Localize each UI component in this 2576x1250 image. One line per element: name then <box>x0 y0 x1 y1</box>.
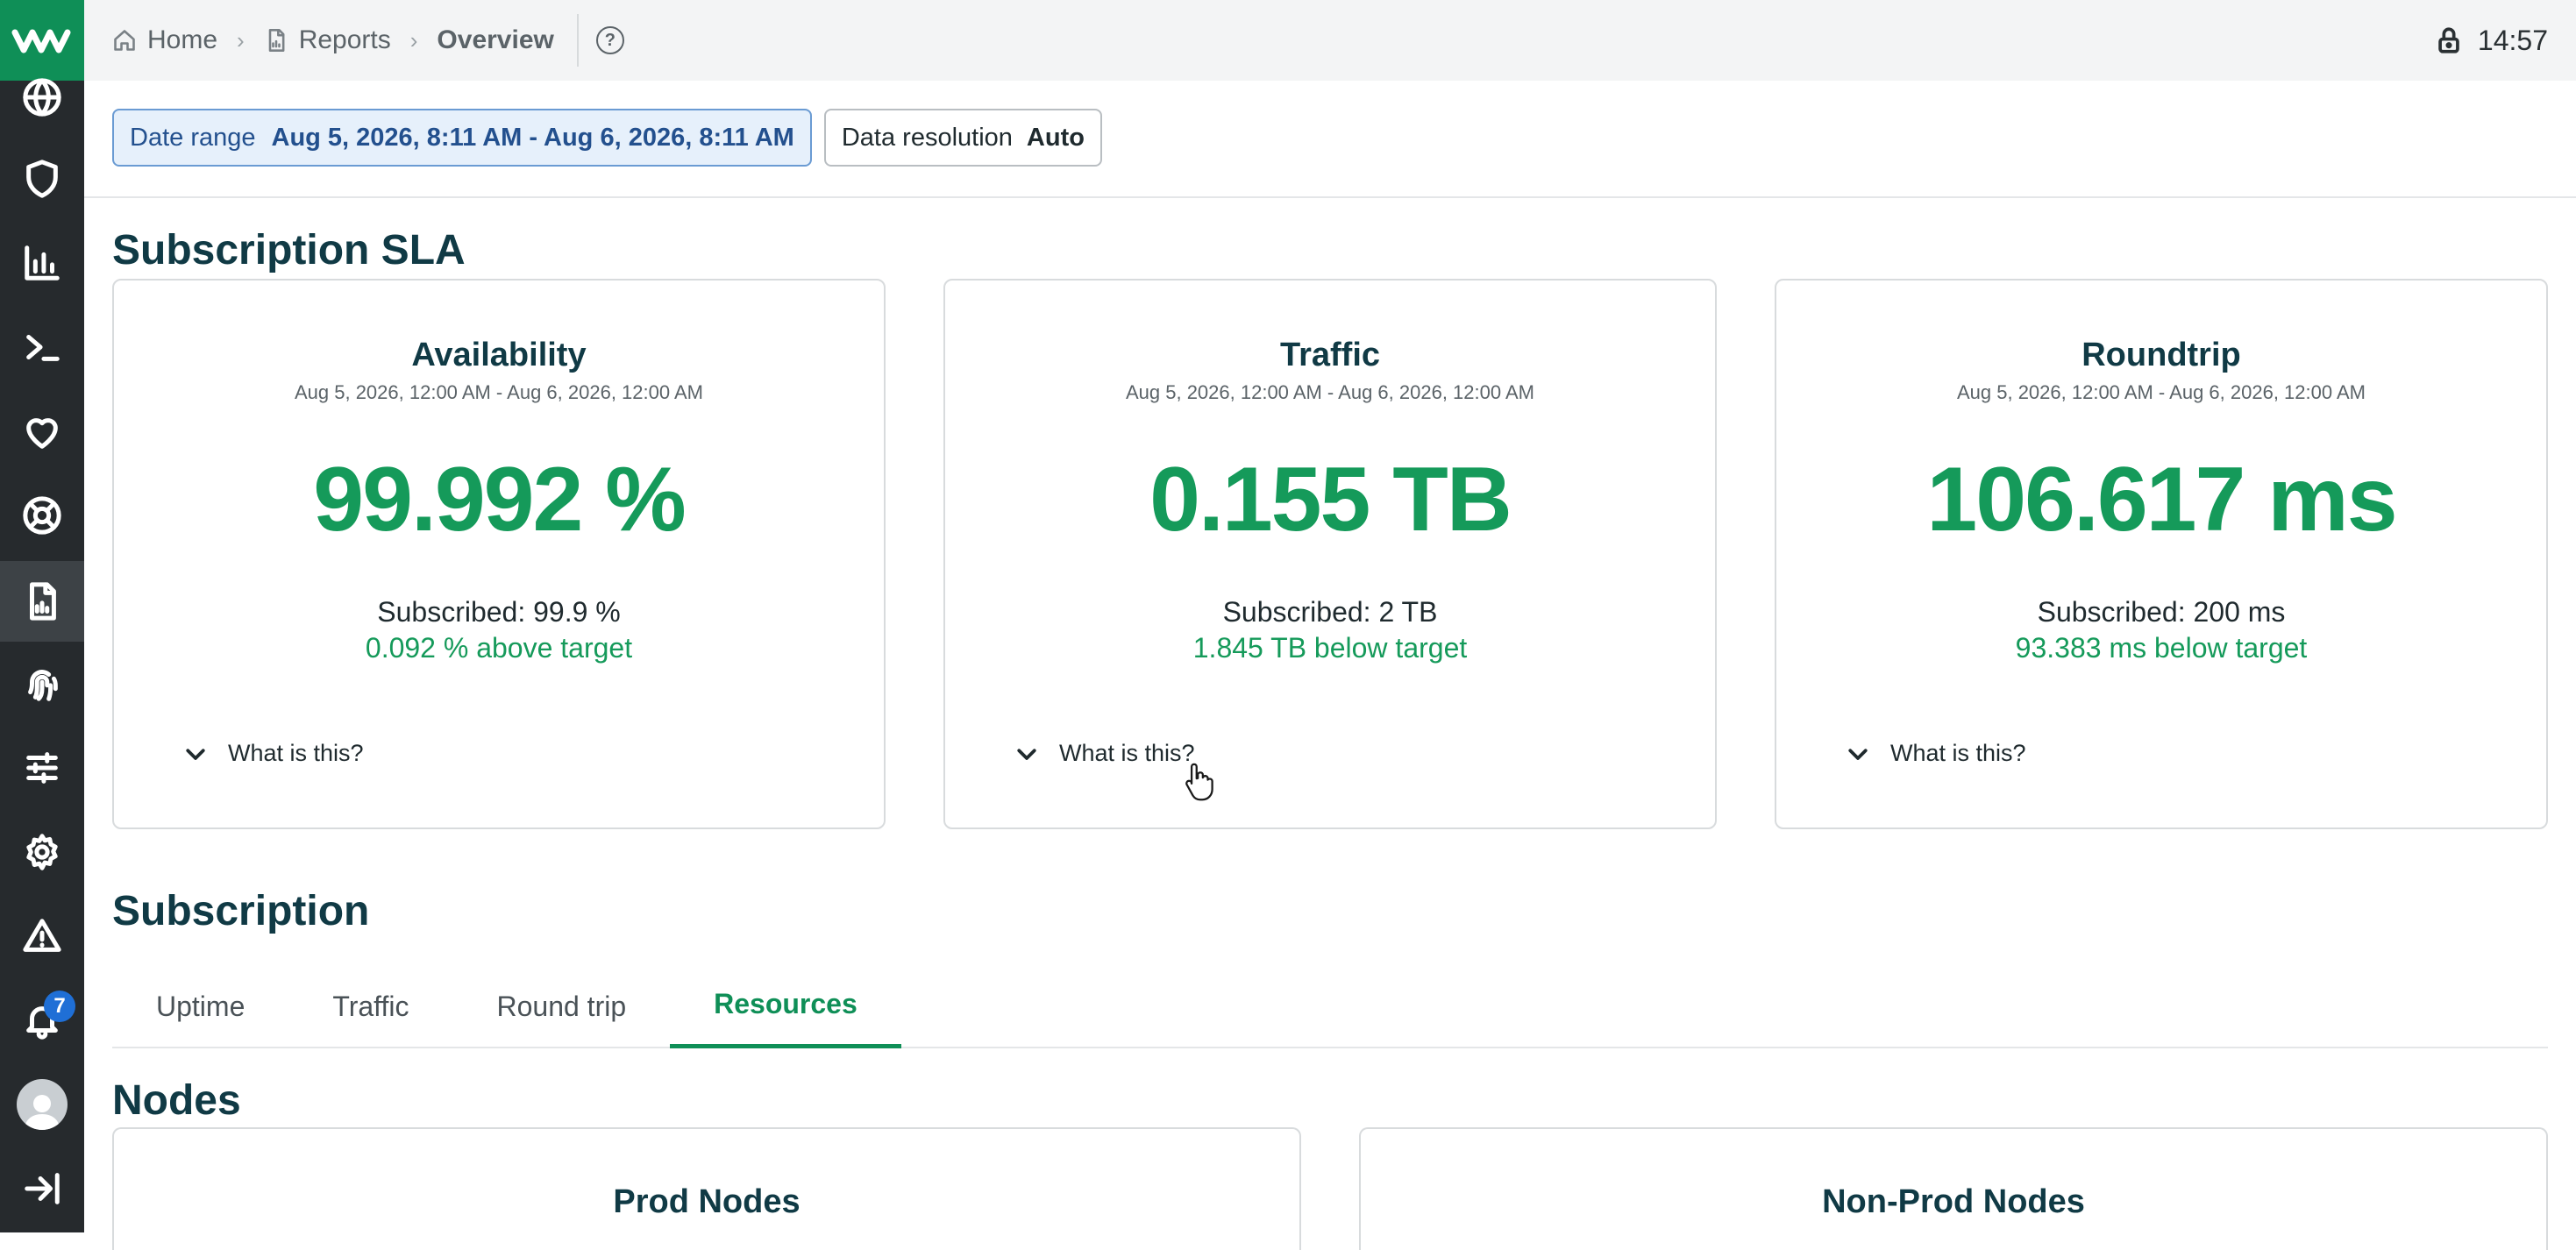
section-title-subscription: Subscription <box>112 888 370 934</box>
filter-bar: Date range Aug 5, 2026, 8:11 AM - Aug 6,… <box>112 109 1102 167</box>
breadcrumb-separator: › <box>237 26 245 53</box>
hand-cursor-icon <box>1185 763 1213 801</box>
breadcrumb: Home › Reports › Overview ? <box>112 14 624 67</box>
card-date-range: Aug 5, 2026, 12:00 AM - Aug 6, 2026, 12:… <box>294 381 703 403</box>
home-icon <box>114 30 135 51</box>
what-is-this-label: What is this? <box>1890 740 2026 766</box>
divider <box>84 196 2576 198</box>
chevron-down-icon <box>186 748 205 760</box>
collapse-icon <box>25 1173 60 1204</box>
chevron-down-icon <box>1017 748 1036 760</box>
card-subscribed: Subscribed: 200 ms <box>2037 596 2286 628</box>
sidebar: 7 <box>0 0 84 1232</box>
sla-card-traffic: Traffic Aug 5, 2026, 12:00 AM - Aug 6, 2… <box>943 279 1717 829</box>
chart-icon <box>25 245 60 281</box>
card-subscribed: Subscribed: 99.9 % <box>377 596 621 628</box>
what-is-this-label: What is this? <box>1059 740 1195 766</box>
date-range-filter[interactable]: Date range Aug 5, 2026, 8:11 AM - Aug 6,… <box>112 109 812 167</box>
breadcrumb-home-label: Home <box>147 25 218 54</box>
section-title-nodes: Nodes <box>112 1077 241 1124</box>
sidebar-item-identity[interactable] <box>0 645 84 722</box>
sidebar-item-reports[interactable] <box>0 561 84 642</box>
user-icon <box>25 1095 60 1130</box>
shield-icon <box>26 160 58 198</box>
logo-icon <box>11 29 71 53</box>
date-range-label: Date range <box>130 123 256 152</box>
heart-icon <box>26 418 58 449</box>
section-title-sla: Subscription SLA <box>112 227 466 273</box>
sidebar-item-network[interactable] <box>0 58 84 137</box>
sliders-icon <box>26 752 58 784</box>
report-icon <box>30 582 56 621</box>
card-date-range: Aug 5, 2026, 12:00 AM - Aug 6, 2026, 12:… <box>1125 381 1534 403</box>
prod-nodes-card: Prod Nodes <box>112 1127 1301 1250</box>
terminal-icon <box>26 335 60 361</box>
sidebar-item-alerts[interactable] <box>0 898 84 975</box>
tab-resources[interactable]: Resources <box>670 964 901 1048</box>
sidebar-item-console[interactable] <box>0 309 84 386</box>
what-is-this-toggle[interactable]: What is this? <box>1014 740 1195 767</box>
top-bar: Home › Reports › Overview ? 14:57 <box>84 0 2576 81</box>
sidebar-item-profile[interactable] <box>0 1066 84 1143</box>
sidebar-item-settings[interactable] <box>0 813 84 891</box>
globe-icon <box>23 78 61 117</box>
card-title: Roundtrip <box>2081 337 2241 373</box>
date-range-value: Aug 5, 2026, 8:11 AM - Aug 6, 2026, 8:11… <box>271 123 794 152</box>
card-date-range: Aug 5, 2026, 12:00 AM - Aug 6, 2026, 12:… <box>1956 381 2366 403</box>
card-delta: 93.383 ms below target <box>2015 632 2308 664</box>
notification-badge: 7 <box>44 991 75 1022</box>
chevron-down-icon <box>1848 748 1868 760</box>
sidebar-item-notifications[interactable]: 7 <box>0 982 84 1059</box>
avatar <box>17 1079 68 1130</box>
breadcrumb-reports-label: Reports <box>298 25 391 54</box>
card-title: Prod Nodes <box>613 1183 801 1220</box>
sidebar-item-analytics[interactable] <box>0 224 84 302</box>
sidebar-item-health[interactable] <box>0 393 84 470</box>
sidebar-collapse-button[interactable] <box>0 1150 84 1227</box>
breadcrumb-home[interactable]: Home <box>112 25 217 55</box>
card-title: Availability <box>411 337 587 373</box>
tab-traffic[interactable]: Traffic <box>288 964 452 1048</box>
tab-round-trip[interactable]: Round trip <box>452 964 670 1048</box>
data-resolution-label: Data resolution <box>841 123 1013 152</box>
divider <box>576 14 579 67</box>
gear-icon <box>26 834 58 870</box>
sla-card-roundtrip: Roundtrip Aug 5, 2026, 12:00 AM - Aug 6,… <box>1775 279 2548 829</box>
nonprod-nodes-card: Non-Prod Nodes <box>1359 1127 2548 1250</box>
lifebuoy-icon <box>23 496 61 535</box>
top-right-status: 14:57 <box>2434 0 2548 81</box>
subscription-tabs: Uptime Traffic Round trip Resources <box>112 964 2548 1048</box>
sidebar-item-configuration[interactable] <box>0 729 84 806</box>
help-icon[interactable]: ? <box>595 26 624 54</box>
card-value: 99.992 % <box>313 449 686 550</box>
breadcrumb-current: Overview <box>437 25 554 54</box>
sidebar-item-security[interactable] <box>0 140 84 217</box>
what-is-this-label: What is this? <box>228 740 364 766</box>
tab-uptime[interactable]: Uptime <box>112 964 288 1048</box>
card-title: Traffic <box>1279 337 1381 373</box>
data-resolution-filter[interactable]: Data resolution Auto <box>823 109 1102 167</box>
card-delta: 1.845 TB below target <box>1192 632 1468 664</box>
lock-icon[interactable] <box>2434 25 2464 55</box>
data-resolution-value: Auto <box>1026 123 1085 152</box>
report-icon <box>268 29 285 52</box>
breadcrumb-reports[interactable]: Reports <box>264 25 391 55</box>
fingerprint-icon <box>28 670 58 701</box>
card-value: 106.617 ms <box>1926 449 2397 550</box>
what-is-this-toggle[interactable]: What is this? <box>182 740 364 767</box>
breadcrumb-separator: › <box>409 26 418 53</box>
sidebar-item-support[interactable] <box>0 477 84 554</box>
what-is-this-toggle[interactable]: What is this? <box>1845 740 2026 767</box>
card-subscribed: Subscribed: 2 TB <box>1222 596 1438 628</box>
warning-icon <box>23 919 61 952</box>
sla-card-availability: Availability Aug 5, 2026, 12:00 AM - Aug… <box>112 279 886 829</box>
card-title: Non-Prod Nodes <box>1822 1183 2085 1220</box>
card-value: 0.155 TB <box>1149 449 1512 550</box>
clock: 14:57 <box>2477 24 2548 56</box>
card-delta: 0.092 % above target <box>365 632 633 664</box>
